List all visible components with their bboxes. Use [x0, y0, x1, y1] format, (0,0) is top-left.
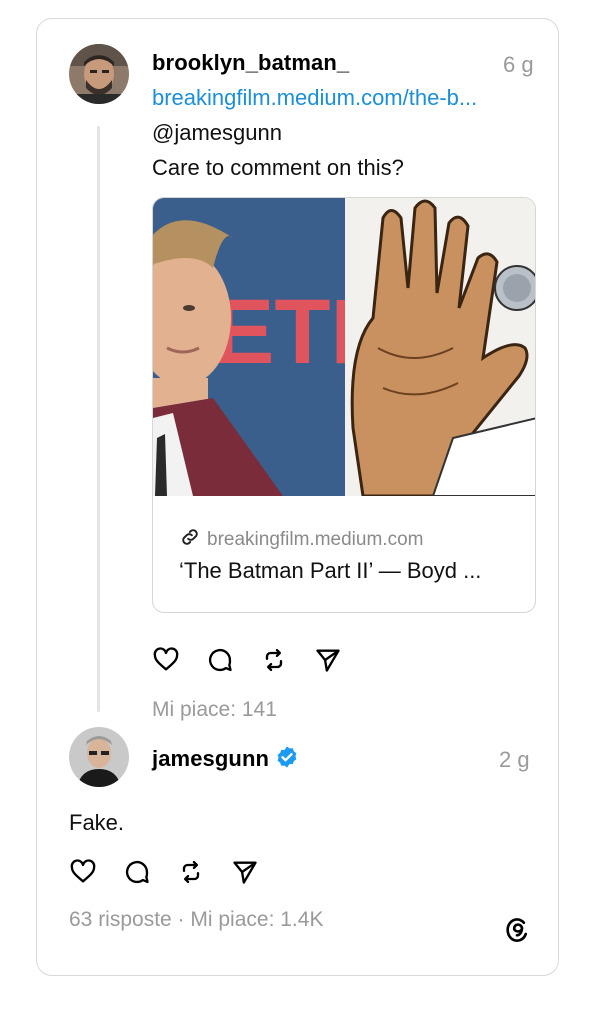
reply-actions	[69, 858, 285, 886]
link-preview-card[interactable]: ETFL breakingfilm.medium.com ‘The Batman…	[152, 197, 536, 613]
post-timestamp: 6 g	[503, 52, 534, 77]
reply-like-button[interactable]	[69, 858, 97, 886]
threads-logo-icon	[502, 914, 532, 944]
reply-repost-button[interactable]	[177, 858, 205, 886]
comment-icon	[125, 860, 149, 884]
avatar-brooklyn-batman[interactable]	[69, 44, 129, 104]
post-likes-count[interactable]: Mi piace: 141	[152, 698, 277, 722]
reply-comment-button[interactable]	[123, 858, 151, 886]
link-preview-image: ETFL	[153, 198, 535, 496]
post-link[interactable]: breakingfilm.medium.com/the-b...	[152, 85, 477, 111]
share-button[interactable]	[314, 646, 342, 674]
share-icon	[233, 861, 257, 884]
heart-icon	[153, 647, 179, 671]
like-button[interactable]	[152, 646, 180, 674]
thread-connector-line	[97, 126, 100, 712]
reply-username[interactable]: jamesgunn	[152, 746, 269, 771]
post-actions	[152, 646, 368, 674]
comment-button[interactable]	[206, 646, 234, 674]
repost-icon	[182, 860, 200, 884]
reply-text: Fake.	[69, 810, 125, 835]
heart-icon	[70, 859, 96, 883]
preview-title: ‘The Batman Part II’ — Boyd ...	[179, 558, 482, 583]
post-text: Care to comment on this?	[152, 155, 404, 180]
avatar-jamesgunn[interactable]	[69, 727, 129, 787]
link-icon	[179, 526, 201, 554]
reply-share-button[interactable]	[231, 858, 259, 886]
repost-icon	[265, 648, 283, 672]
preview-domain: breakingfilm.medium.com	[207, 529, 424, 550]
preview-domain-row: breakingfilm.medium.com	[179, 526, 423, 554]
repost-button[interactable]	[260, 646, 288, 674]
reply-meta[interactable]: 63 risposte · Mi piace: 1.4K	[69, 908, 323, 932]
reply-timestamp: 2 g	[499, 747, 530, 772]
post-mention[interactable]: @jamesgunn	[152, 120, 282, 146]
share-icon	[316, 649, 340, 672]
reply-username-row: jamesgunn	[152, 745, 299, 775]
comment-icon	[208, 648, 232, 672]
post-username[interactable]: brooklyn_batman_	[152, 50, 349, 76]
verified-badge-icon	[275, 745, 299, 775]
